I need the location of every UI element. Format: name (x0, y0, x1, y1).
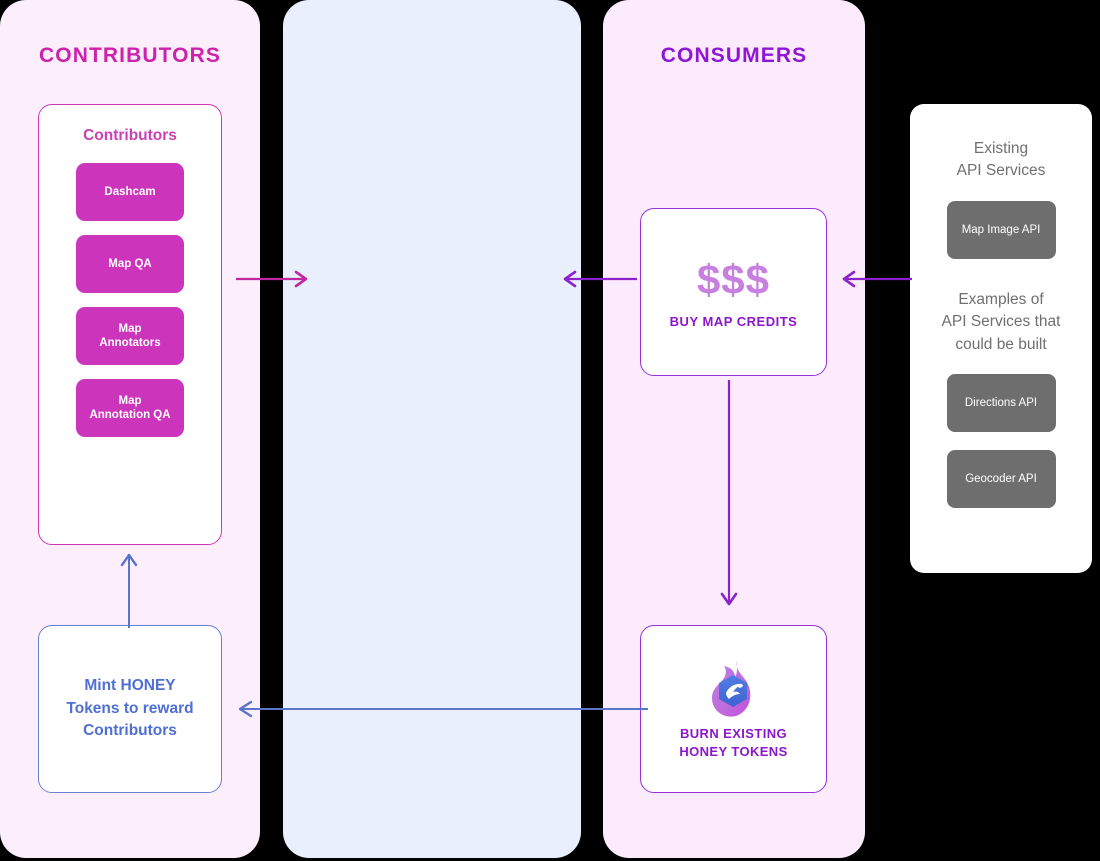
api-services-card: Existing API Services Map Image API Examp… (910, 104, 1092, 573)
dollar-signs-icon: $$$ (696, 255, 771, 303)
burn-honey-tokens-label: BURN EXISTING HONEY TOKENS (679, 725, 788, 759)
contributor-chip-map-annotators[interactable]: Map Annotators (76, 307, 184, 365)
diagram-canvas: CONTRIBUTORS Contributors Dashcam Map QA… (0, 0, 1100, 861)
contributor-chip-list: Dashcam Map QA Map Annotators Map Annotati… (39, 163, 221, 437)
contributor-chip-map-qa[interactable]: Map QA (76, 235, 184, 293)
mint-honey-tokens-label: Mint HONEY Tokens to reward Contributors (66, 677, 194, 740)
example-api-chip-list: Directions API (910, 374, 1092, 433)
arrow-contributors-to-map (236, 270, 308, 288)
contributor-chip-map-annotation-qa[interactable]: Map Annotation QA (76, 379, 184, 437)
example-api-chip-list-2: Geocoder API (910, 450, 1092, 509)
contributors-card: Contributors Dashcam Map QA Map Annotator… (38, 104, 222, 545)
existing-api-chip-list: Map Image API (910, 200, 1092, 259)
column-heading-contributors: CONTRIBUTORS (39, 44, 221, 67)
arrow-map-to-buy-credits (563, 270, 637, 288)
api-chip-directions[interactable]: Directions API (946, 374, 1056, 433)
mint-honey-tokens-card: Mint HONEY Tokens to reward Contributors (38, 625, 222, 793)
contributor-chip-dashcam[interactable]: Dashcam (76, 163, 184, 221)
column-map: Fresh Global Map (283, 0, 827, 858)
api-heading-existing: Existing API Services (956, 140, 1046, 180)
column-heading-consumers: CONSUMERS (660, 44, 808, 67)
column-contributors: CONTRIBUTORS Contributors Dashcam Map QA… (0, 0, 260, 858)
api-chip-map-image[interactable]: Map Image API (946, 200, 1056, 259)
contributors-card-title: Contributors (83, 127, 177, 144)
arrow-mint-tokens-to-contributors (120, 553, 138, 628)
api-chip-geocoder[interactable]: Geocoder API (946, 450, 1056, 509)
api-heading-examples: Examples of API Services that could be bui… (941, 290, 1061, 353)
arrow-burn-tokens-to-mint-tokens (238, 700, 648, 718)
burn-honey-tokens-card[interactable]: BURN EXISTING HONEY TOKENS (640, 625, 827, 793)
buy-map-credits-label: BUY MAP CREDITS (669, 313, 798, 329)
buy-map-credits-card[interactable]: $$$ BUY MAP CREDITS (640, 208, 827, 376)
arrow-buy-credits-to-burn-tokens (720, 380, 738, 606)
honey-flame-icon (711, 660, 750, 717)
arrow-api-services-to-buy-credits (842, 270, 912, 288)
